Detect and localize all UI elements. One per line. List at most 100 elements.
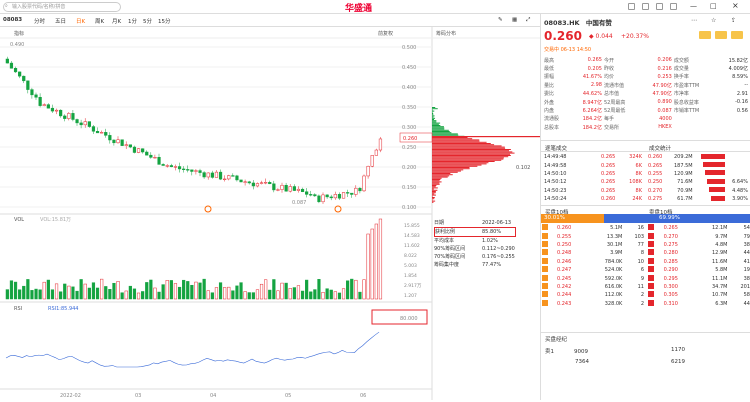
tab-15min[interactable]: 15分: [158, 17, 171, 25]
book-volume: 10.7M: [712, 292, 728, 299]
ask-row[interactable]: 0.310 6.3M 44: [647, 299, 750, 308]
stats-price: 0.250: [648, 179, 663, 186]
ask-row[interactable]: 0.305 10.7M 58: [647, 291, 750, 299]
chip-bar: [432, 183, 440, 185]
tab-intraday[interactable]: 分时: [34, 17, 45, 25]
candle-body: [149, 154, 153, 158]
volume-bar: [255, 289, 260, 300]
volume-bar: [177, 286, 182, 300]
chip-row-label: 90%筹码区间: [434, 246, 466, 252]
chip-bar: [432, 153, 511, 155]
chip-info: 日期 2022-06-13 获利比例 85.80% 平均成本 1.02% 90%筹码区…: [434, 219, 538, 283]
volume-bar: [366, 233, 370, 300]
close-icon[interactable]: ×: [732, 1, 739, 10]
volume-bar: [182, 279, 186, 300]
candle-body: [268, 182, 272, 185]
tab-monthly-k[interactable]: 月K: [112, 17, 121, 25]
book-orders: 9: [640, 275, 644, 282]
level-badge: [647, 232, 663, 240]
bid-row[interactable]: 0.242 616.0K 11: [541, 282, 645, 291]
kline-svg[interactable]: 指标 前复权 筹码分布 0.500 0.450 0.400 0.350 0.300 0.2…: [0, 27, 540, 400]
book-price: 0.246: [556, 258, 572, 265]
volume-bar: [108, 289, 112, 300]
share-icon[interactable]: ⇪: [731, 17, 736, 24]
book-volume: 524.0K: [604, 267, 623, 274]
message-icon[interactable]: [642, 3, 649, 10]
broker-id[interactable]: 7364: [575, 359, 589, 365]
bid-row[interactable]: 0.247 524.0K 6: [541, 266, 645, 274]
book-orders: 58: [743, 292, 750, 299]
candle-body: [243, 181, 247, 183]
ask-row[interactable]: 0.280 12.9M 44: [647, 249, 750, 257]
bid-row[interactable]: 0.246 784.0K 10: [541, 257, 645, 266]
tab-weekly-k[interactable]: 周K: [95, 17, 104, 25]
chip-bar: [432, 149, 511, 150]
ask-row[interactable]: 0.265 12.1M 54: [647, 224, 750, 232]
x-axis-label: 06: [360, 393, 366, 399]
book-price: 0.295: [663, 275, 678, 282]
quote-label: 今开: [603, 57, 614, 64]
volume-bar: [264, 279, 268, 300]
broker-id[interactable]: 1170: [671, 347, 685, 353]
badge-icon[interactable]: [731, 31, 743, 39]
volume-bar: [95, 287, 100, 300]
bid-row[interactable]: 0.260 5.1M 16: [541, 224, 645, 232]
grid-icon[interactable]: ▦: [512, 17, 517, 23]
chip-row-label: 获利比例: [435, 229, 456, 235]
tab-tick-trades[interactable]: 逐笔成交: [545, 144, 567, 152]
broker-id[interactable]: 6219: [671, 359, 685, 365]
badge-icon[interactable]: [715, 31, 727, 39]
book-volume: 11.1M: [712, 275, 728, 282]
bid-row[interactable]: 0.244 112.0K 2: [541, 291, 645, 299]
bid-row[interactable]: 0.255 13.3M 103: [541, 232, 645, 240]
favorite-icon[interactable]: ☆: [711, 17, 716, 24]
account-icon[interactable]: [628, 3, 635, 10]
ask-row[interactable]: 0.270 9.7M 79: [647, 232, 750, 240]
bid-row[interactable]: 0.243 328.0K 2: [541, 299, 645, 308]
fullscreen-icon[interactable]: ⤢: [526, 17, 530, 24]
quote-label: 均价: [603, 74, 614, 81]
chip-bar: [432, 192, 436, 194]
volume-bar: [239, 282, 243, 300]
volume-bar: [325, 288, 329, 300]
search-input[interactable]: 输入股票代码/名称/拼音: [3, 2, 121, 12]
candle-body: [75, 119, 79, 124]
ask-row[interactable]: 0.285 11.6M 41: [647, 257, 750, 266]
candle-body: [153, 157, 157, 159]
price-tick-label: 0.500: [402, 45, 416, 51]
ask-row[interactable]: 0.275 4.8M 38: [647, 240, 750, 249]
maximize-icon[interactable]: □: [710, 2, 717, 10]
tab-5min[interactable]: 5分: [143, 17, 152, 25]
book-volume: 12.9M: [712, 250, 728, 257]
candle-body: [182, 168, 186, 170]
adjust-label[interactable]: 前复权: [378, 30, 393, 37]
tab-trade-stats[interactable]: 成交统计: [649, 144, 671, 152]
bid-row[interactable]: 0.245 592.0K 9: [541, 274, 645, 282]
more-icon[interactable]: ⋯: [691, 17, 697, 24]
book-volume: 12.1M: [712, 225, 728, 232]
bid-row[interactable]: 0.248 3.9M 8: [541, 249, 645, 257]
ask-row[interactable]: 0.300 34.7M 201: [647, 282, 750, 291]
vol-tick-label: 1.207: [404, 293, 417, 299]
broker-id[interactable]: 9009: [574, 349, 588, 355]
settings-icon[interactable]: [656, 3, 663, 10]
menu-icon[interactable]: [670, 3, 677, 10]
tab-5day[interactable]: 五日: [55, 17, 66, 25]
ask-row[interactable]: 0.290 5.8M 19: [647, 266, 750, 274]
bid-row[interactable]: 0.250 30.1M 77: [541, 240, 645, 249]
volume-bar: [333, 291, 337, 300]
badge-icon[interactable]: [699, 31, 711, 39]
ask-row[interactable]: 0.295 11.1M 38: [647, 274, 750, 282]
tab-1min[interactable]: 1分: [128, 17, 137, 25]
tick-cell: 0.265: [601, 154, 616, 161]
level-badge: [647, 240, 663, 249]
minimize-icon[interactable]: —: [690, 2, 697, 10]
volume-bar: [59, 291, 63, 300]
draw-icon[interactable]: ✎: [498, 17, 503, 23]
quote-label: 成交量: [673, 66, 689, 73]
x-axis-label: 04: [210, 393, 216, 399]
chip-bar: [432, 115, 435, 117]
volume-bar: [370, 228, 374, 300]
chip-bar: [432, 186, 436, 188]
tab-daily-k[interactable]: 日K: [76, 17, 85, 25]
